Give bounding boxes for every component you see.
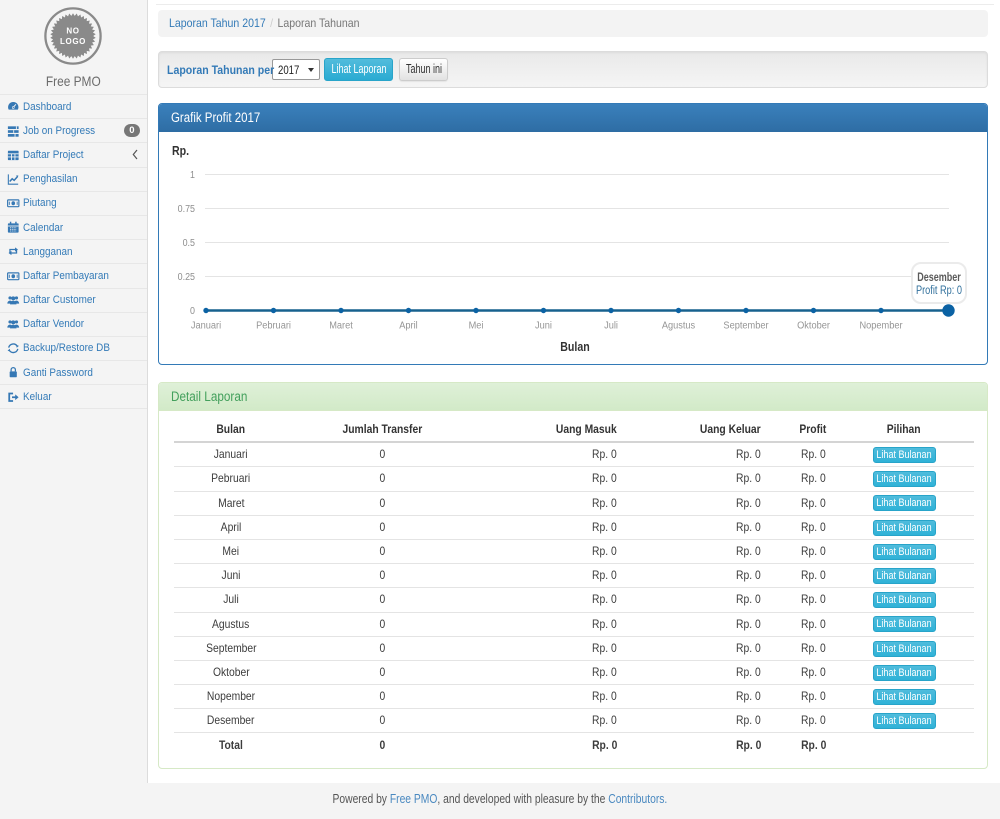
svg-text:0.75: 0.75 [178,203,195,215]
svg-text:Mei: Mei [469,320,484,332]
svg-text:Juli: Juli [604,320,618,332]
svg-text:Bulan: Bulan [560,340,590,354]
svg-text:0: 0 [190,305,195,317]
svg-text:Nopember: Nopember [859,320,903,332]
svg-text:September: September [723,320,769,332]
svg-text:0.5: 0.5 [183,237,195,249]
svg-text:Januari: Januari [191,320,221,332]
svg-text:Rp.: Rp. [172,144,189,158]
svg-text:Oktober: Oktober [797,320,830,332]
svg-text:Agustus: Agustus [662,320,695,332]
svg-text:Pebruari: Pebruari [256,320,291,332]
svg-text:1: 1 [190,169,195,181]
svg-text:April: April [399,320,417,332]
svg-text:NO: NO [66,27,79,36]
svg-text:0.25: 0.25 [178,271,195,283]
svg-text:LOGO: LOGO [60,37,86,46]
svg-text:Maret: Maret [329,320,353,332]
svg-text:Juni: Juni [535,320,552,332]
